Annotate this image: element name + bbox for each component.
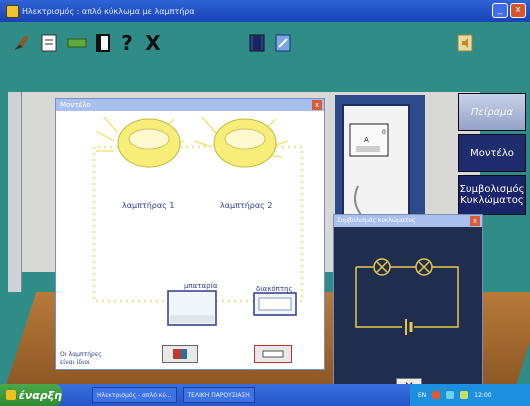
wall-post bbox=[8, 92, 22, 292]
app-client-area: ? X 0 A Πείραμα Μοντέλο Συμβολισμός Κυκλ… bbox=[0, 22, 530, 384]
switch-select-button[interactable] bbox=[254, 345, 292, 363]
taskbar: έναρξη Ηλεκτρισμός - απλό κύ... ΤΕΛΙΚΗ Π… bbox=[0, 384, 530, 406]
model-button[interactable]: Μοντέλο bbox=[458, 134, 526, 172]
windows-logo-icon bbox=[6, 390, 16, 400]
start-label: έναρξη bbox=[18, 388, 62, 402]
door-icon[interactable] bbox=[246, 32, 268, 54]
lamp-1-label: λαμπτήρας 1 bbox=[122, 201, 175, 210]
help-icon[interactable]: ? bbox=[116, 31, 138, 55]
clock[interactable]: 12:00 bbox=[474, 392, 491, 399]
system-tray: EN 12:00 bbox=[410, 384, 530, 406]
start-button[interactable]: έναρξη bbox=[0, 384, 62, 406]
svg-text:A: A bbox=[364, 136, 369, 144]
title-bar: Ηλεκτρισμός : απλό κύκλωμα με λαμπτήρα _… bbox=[0, 0, 530, 22]
experiment-button[interactable]: Πείραμα bbox=[458, 93, 526, 131]
lamps-identical-note: Οι λαμπτήρες είναι ίδιοι bbox=[60, 351, 102, 366]
tray-icon-3[interactable] bbox=[460, 391, 469, 399]
circuit-symbol-button[interactable]: Συμβολισμός Κυκλώματος bbox=[458, 175, 526, 215]
brush-icon[interactable] bbox=[10, 32, 32, 54]
battery-label: μπαταρία bbox=[184, 282, 218, 290]
battery-select-button[interactable] bbox=[162, 345, 198, 363]
tape-icon[interactable] bbox=[66, 32, 88, 54]
close-window-button[interactable]: x bbox=[510, 3, 526, 18]
taskbar-item-presentation[interactable]: ΤΕΛΙΚΗ ΠΑΡΟΥΣΙΑΣΗ bbox=[182, 387, 255, 403]
book-icon[interactable] bbox=[92, 32, 114, 54]
symbol-dialog-title: Συμβολισμός κυκλώματος bbox=[334, 215, 482, 227]
model-dialog: Μοντέλο x λαμπτήρας 1 λαμπτήρας 2 μπαταρ… bbox=[55, 98, 325, 370]
app-icon bbox=[6, 4, 19, 18]
taskbar-item-electricity[interactable]: Ηλεκτρισμός - απλό κύ... bbox=[92, 387, 177, 403]
circuit-symbol-button-line2: Κυκλώματος bbox=[460, 195, 524, 206]
speaker-icon[interactable] bbox=[454, 32, 476, 54]
model-dialog-title: Μοντέλο bbox=[56, 99, 324, 111]
lamp-2-label: λαμπτήρας 2 bbox=[220, 201, 273, 210]
minimize-button[interactable]: _ bbox=[492, 3, 508, 18]
circuit-symbol-button-line1: Συμβολισμός bbox=[459, 184, 525, 195]
notebook-icon[interactable] bbox=[272, 32, 294, 54]
tray-icon-2[interactable] bbox=[446, 391, 455, 399]
tray-icon-1[interactable] bbox=[432, 391, 441, 399]
close-icon[interactable]: X bbox=[142, 31, 164, 55]
switch-label: διακόπτης bbox=[256, 285, 293, 293]
symbol-dialog-close-icon[interactable]: x bbox=[470, 216, 480, 226]
model-circuit-drawing bbox=[92, 116, 304, 326]
meter-reading-text: 0 bbox=[382, 129, 386, 136]
model-dialog-close-button[interactable]: x bbox=[312, 100, 322, 110]
window-title: Ηλεκτρισμός : απλό κύκλωμα με λαμπτήρα bbox=[22, 6, 195, 16]
notepad-icon[interactable] bbox=[38, 32, 60, 54]
language-indicator[interactable]: EN bbox=[418, 392, 426, 399]
circuit-symbol-dialog: Συμβολισμός κυκλώματος x ✕ bbox=[333, 214, 483, 384]
circuit-schematic bbox=[355, 258, 459, 335]
